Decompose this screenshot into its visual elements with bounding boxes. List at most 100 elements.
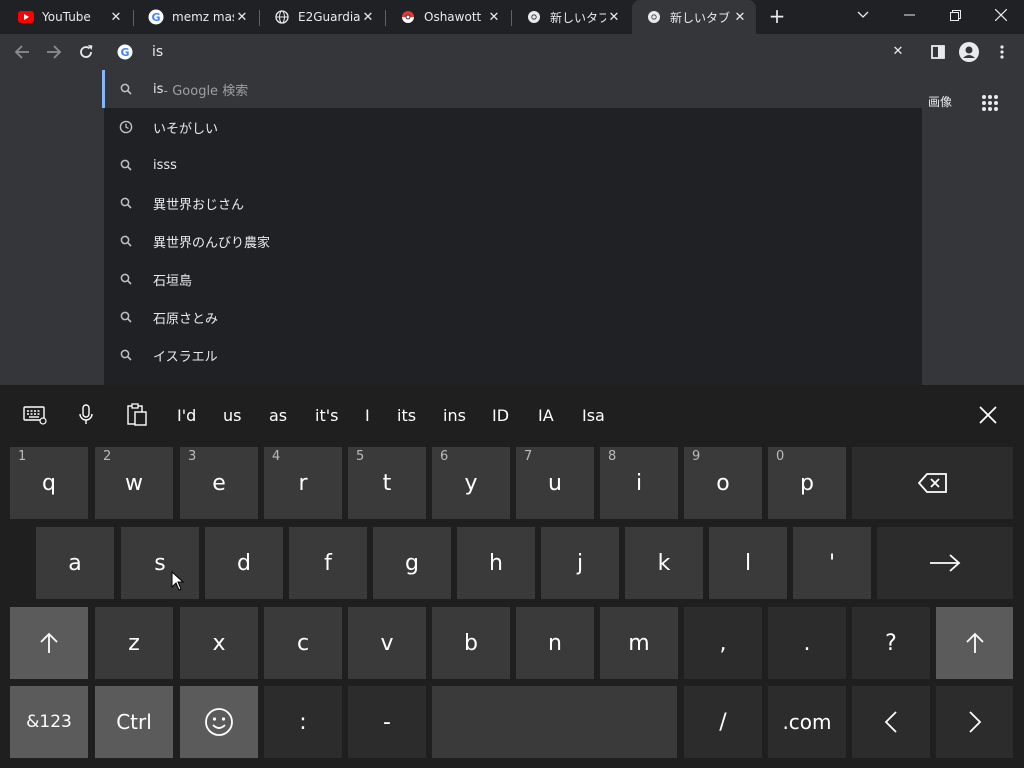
key-colon[interactable]: : — [264, 686, 342, 758]
backspace-key[interactable] — [852, 447, 1013, 519]
key-y[interactable]: 6y — [432, 447, 510, 519]
key-x[interactable]: x — [180, 607, 258, 679]
back-button[interactable] — [10, 40, 34, 64]
key-k[interactable]: k — [625, 527, 703, 599]
key-j[interactable]: j — [541, 527, 619, 599]
key-t[interactable]: 5t — [348, 447, 426, 519]
omnibox[interactable]: G ✕ — [104, 34, 922, 70]
key-q[interactable]: 1q — [10, 447, 88, 519]
key-c[interactable]: c — [264, 607, 342, 679]
symbols-key[interactable]: &123 — [10, 686, 88, 758]
shift-right-key[interactable] — [936, 607, 1013, 679]
arrow-right-key[interactable] — [936, 686, 1013, 758]
suggestion-item[interactable]: いそがしい — [104, 108, 922, 146]
profile-button[interactable] — [958, 41, 980, 63]
search-icon — [118, 233, 134, 249]
restore-button[interactable] — [932, 0, 978, 30]
minimize-button[interactable] — [886, 0, 932, 30]
key-r[interactable]: 4r — [264, 447, 342, 519]
forward-button[interactable] — [42, 40, 66, 64]
close-tab-icon[interactable]: ✕ — [234, 9, 250, 25]
key-e[interactable]: 3e — [180, 447, 258, 519]
key-w[interactable]: 2w — [95, 447, 173, 519]
key-slash[interactable]: / — [684, 686, 762, 758]
key-question[interactable]: ? — [852, 607, 930, 679]
key-z[interactable]: z — [95, 607, 173, 679]
close-window-button[interactable] — [978, 0, 1024, 30]
shift-left-key[interactable] — [10, 607, 88, 679]
key-g[interactable]: g — [373, 527, 451, 599]
candidate-word[interactable]: IA — [538, 406, 554, 425]
clear-input-icon[interactable]: ✕ — [888, 42, 908, 62]
key-h[interactable]: h — [457, 527, 535, 599]
apps-grid-icon[interactable] — [981, 94, 999, 112]
dotcom-key[interactable]: .com — [768, 686, 846, 758]
suggestion-item[interactable]: 異世界のんびり農家 — [104, 222, 922, 260]
tab-youtube[interactable]: YouTube ✕ — [4, 0, 132, 34]
key-comma[interactable]: , — [684, 607, 762, 679]
ctrl-key[interactable]: Ctrl — [95, 686, 173, 758]
key-b[interactable]: b — [432, 607, 510, 679]
suggestion-item[interactable]: 異世界おじさん — [104, 184, 922, 222]
candidate-word[interactable]: ins — [443, 406, 466, 425]
suggestion-item[interactable]: 石垣島 — [104, 260, 922, 298]
tab-memz[interactable]: G memz mast ✕ — [134, 0, 258, 34]
close-tab-icon[interactable]: ✕ — [732, 9, 748, 25]
arrow-left-key[interactable] — [852, 686, 930, 758]
address-input[interactable] — [152, 42, 852, 62]
chevron-left-icon — [884, 711, 897, 733]
reload-button[interactable] — [74, 40, 98, 64]
key-u[interactable]: 7u — [516, 447, 594, 519]
side-panel-button[interactable] — [927, 41, 949, 63]
tab-search-button[interactable] — [840, 0, 886, 30]
close-tab-icon[interactable]: ✕ — [606, 9, 622, 25]
close-icon — [995, 9, 1007, 21]
enter-key[interactable] — [877, 527, 1013, 599]
tab-oshawott[interactable]: Oshawott | ✕ — [386, 0, 510, 34]
key-f[interactable]: f — [289, 527, 367, 599]
candidate-word[interactable]: ID — [492, 406, 509, 425]
suggestion-item[interactable]: 石原さとみ — [104, 298, 922, 336]
key-m[interactable]: m — [600, 607, 678, 679]
key-l[interactable]: l — [709, 527, 787, 599]
keyboard-settings-icon[interactable] — [22, 402, 48, 428]
arrow-left-icon — [14, 45, 29, 59]
close-tab-icon[interactable]: ✕ — [108, 9, 124, 25]
tab-e2guardian[interactable]: E2Guardian ✕ — [260, 0, 384, 34]
key-label: e — [212, 470, 226, 496]
candidate-word[interactable]: us — [223, 406, 241, 425]
images-link[interactable]: 画像 — [928, 93, 952, 110]
space-key[interactable] — [432, 686, 677, 758]
tab-new-1[interactable]: 新しいタブ ✕ — [512, 0, 630, 34]
key-v[interactable]: v — [348, 607, 426, 679]
candidate-word[interactable]: it's — [315, 406, 338, 425]
suggestion-item[interactable]: isss — [104, 146, 922, 184]
key-dash[interactable]: - — [348, 686, 426, 758]
key-period[interactable]: . — [768, 607, 846, 679]
key-i[interactable]: 8i — [600, 447, 678, 519]
microphone-icon[interactable] — [73, 402, 99, 428]
menu-button[interactable] — [991, 41, 1013, 63]
key-apostrophe[interactable]: ' — [793, 527, 871, 599]
candidate-word[interactable]: as — [269, 406, 287, 425]
suggestion-item[interactable]: is - Google 検索 — [102, 70, 922, 108]
key-o[interactable]: 9o — [684, 447, 762, 519]
candidate-word[interactable]: I'd — [177, 406, 196, 425]
close-tab-icon[interactable]: ✕ — [360, 9, 376, 25]
candidate-word[interactable]: its — [397, 406, 416, 425]
close-keyboard-icon[interactable] — [975, 402, 1001, 428]
key-d[interactable]: d — [205, 527, 283, 599]
suggestion-item[interactable]: イスラエル — [104, 336, 922, 374]
key-a[interactable]: a — [36, 527, 114, 599]
candidate-word[interactable]: I — [365, 406, 370, 425]
key-p[interactable]: 0p — [768, 447, 846, 519]
new-tab-button[interactable]: + — [765, 5, 789, 29]
key-s[interactable]: s — [121, 527, 199, 599]
restore-icon — [949, 9, 961, 21]
emoji-key[interactable] — [180, 686, 258, 758]
close-tab-icon[interactable]: ✕ — [486, 9, 502, 25]
clipboard-icon[interactable] — [124, 402, 150, 428]
tab-new-active[interactable]: 新しいタブ ✕ — [632, 0, 756, 34]
key-n[interactable]: n — [516, 607, 594, 679]
candidate-word[interactable]: Isa — [582, 406, 605, 425]
